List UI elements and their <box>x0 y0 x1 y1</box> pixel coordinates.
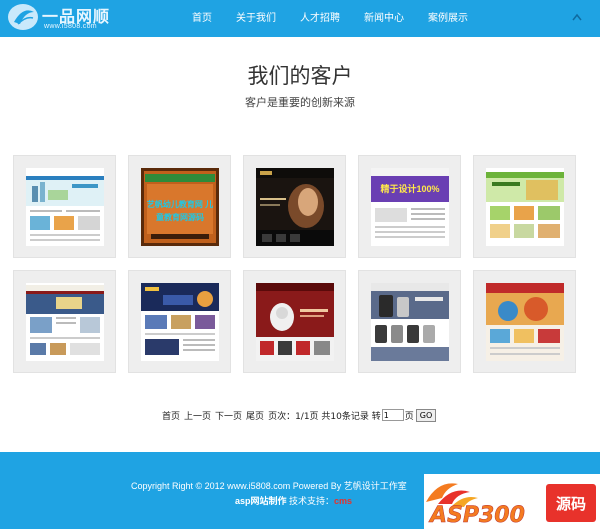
footer-made-by[interactable]: asp网站制作 <box>235 496 287 506</box>
case-thumbnail <box>486 168 564 246</box>
pagination: 首页 上一页 下一页 尾页 页次：1/1页 共10条记录 转 页 GO <box>162 408 437 422</box>
case-thumbnail <box>141 283 219 361</box>
case-card[interactable] <box>128 270 231 373</box>
asp300-logo-icon: ASP300 源码 <box>426 483 596 528</box>
case-card[interactable] <box>13 155 116 258</box>
go-button[interactable]: GO <box>415 408 437 422</box>
nav-home[interactable]: 首页 <box>175 0 224 37</box>
pager-prev[interactable]: 上一页 <box>184 409 211 422</box>
pager-unit: 页 <box>404 411 414 422</box>
case-card[interactable] <box>358 270 461 373</box>
case-thumbnail <box>256 283 334 361</box>
case-card[interactable]: 精于设计100% <box>358 155 461 258</box>
svg-text:源码: 源码 <box>556 495 586 513</box>
site-header: 一品网顺 www.i5808.com 首页 关于我们 人才招聘 新闻中心 案例展… <box>0 0 600 37</box>
case-card[interactable] <box>13 270 116 373</box>
nav-careers[interactable]: 人才招聘 <box>288 0 352 37</box>
case-thumbnail: 艺帆幼儿教育网 儿童教育网源码 <box>141 168 219 246</box>
chevron-up-icon[interactable] <box>572 13 582 21</box>
page-subtitle: 客户是重要的创新来源 <box>245 96 355 109</box>
case-card[interactable] <box>243 155 346 258</box>
nav-about[interactable]: 关于我们 <box>224 0 288 37</box>
asp300-watermark: ASP300 源码 <box>424 474 600 529</box>
site-logo[interactable]: 一品网顺 www.i5808.com <box>6 2 121 34</box>
case-card[interactable]: 艺帆幼儿教育网 儿童教育网源码 <box>128 155 231 258</box>
case-thumbnail: 精于设计100% <box>371 168 449 246</box>
svg-text:ASP300: ASP300 <box>428 503 525 528</box>
case-thumbnail <box>26 283 104 361</box>
footer-powered: asp网站制作 技术支持：cms <box>235 494 352 507</box>
nav-cases[interactable]: 案例展示 <box>416 0 480 37</box>
logo-url: www.i5808.com <box>44 23 97 30</box>
footer-copyright: Copyright Right © 2012 www.i5808.com Pow… <box>131 481 407 491</box>
case-thumbnail <box>486 283 564 361</box>
case-card[interactable] <box>473 155 576 258</box>
footer-support-label: 技术支持： <box>289 496 335 506</box>
case-caption: 艺帆幼儿教育网 儿童教育网源码 <box>146 200 214 222</box>
main-nav: 首页 关于我们 人才招聘 新闻中心 案例展示 <box>175 0 480 37</box>
case-card[interactable] <box>243 270 346 373</box>
page-title: 我们的客户 <box>247 64 353 88</box>
case-caption: 精于设计100% <box>380 184 440 194</box>
logo-mark-icon <box>8 4 38 30</box>
nav-news[interactable]: 新闻中心 <box>352 0 416 37</box>
case-thumbnail <box>256 168 334 246</box>
pager-first[interactable]: 首页 <box>162 409 180 422</box>
page-jump-input[interactable] <box>381 409 404 421</box>
case-thumbnail <box>26 168 104 246</box>
footer-support-link[interactable]: cms <box>334 496 352 506</box>
pager-next[interactable]: 下一页 <box>215 409 242 422</box>
case-card[interactable] <box>473 270 576 373</box>
pager-info: 页次：1/1页 共10条记录 转 <box>268 411 381 422</box>
case-thumbnail <box>371 283 449 361</box>
pager-last[interactable]: 尾页 <box>246 409 264 422</box>
